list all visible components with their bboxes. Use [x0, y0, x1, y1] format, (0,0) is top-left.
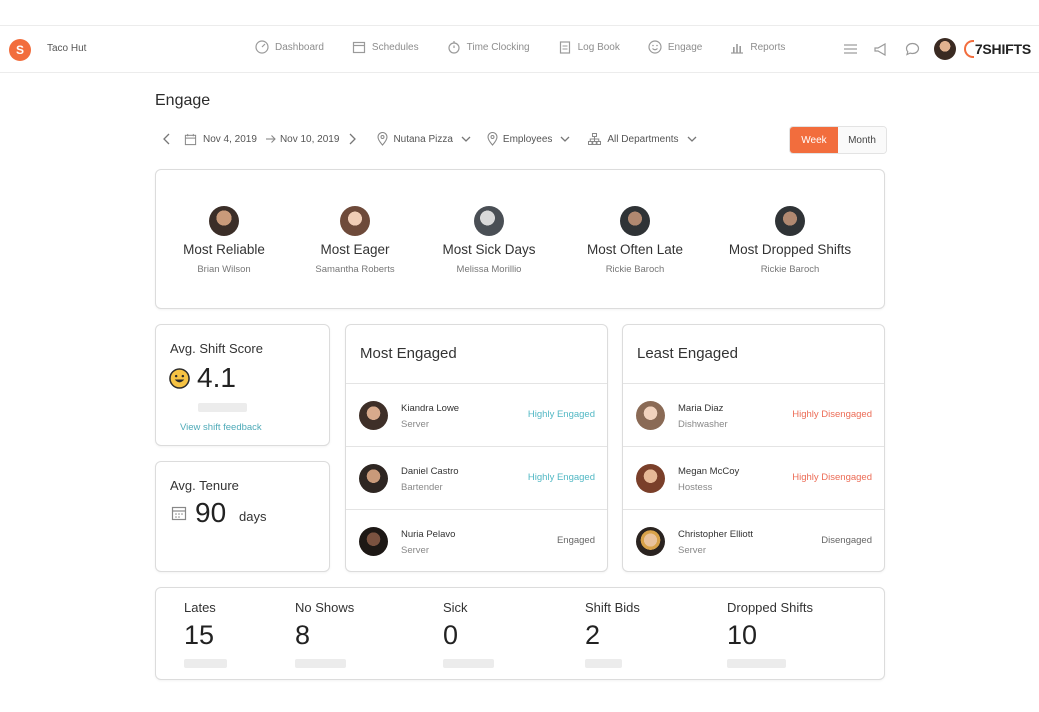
user-avatar[interactable] [933, 38, 956, 60]
status-badge: Highly Engaged [527, 409, 595, 420]
stat-placeholder-bar [585, 659, 622, 668]
org-chart-icon [588, 133, 602, 145]
award-most-dropped-shifts[interactable]: Most Dropped Shifts Rickie Baroch [720, 206, 860, 275]
avg-shift-score-card: Avg. Shift Score 4.1 View shift feedback [155, 324, 330, 446]
avatar [636, 401, 665, 430]
nav-reports[interactable]: Reports [730, 40, 785, 54]
nav-dashboard[interactable]: Dashboard [255, 40, 324, 54]
employees-dropdown[interactable]: Employees [487, 132, 570, 146]
smile-icon [648, 40, 662, 54]
stat-placeholder-bar [295, 659, 346, 668]
brand-logo-icon[interactable]: S [9, 39, 31, 61]
stat-dropped-shifts: Dropped Shifts 10 [727, 600, 813, 668]
stat-no-shows: No Shows 8 [295, 600, 354, 668]
arrow-right-icon [265, 135, 276, 143]
shift-score-label: Avg. Shift Score [170, 341, 263, 356]
brand-name[interactable]: Taco Hut [47, 43, 86, 54]
stopwatch-icon [448, 41, 460, 54]
top-right-actions: 7SHIFTS [827, 38, 1031, 60]
nav-log-book[interactable]: Log Book [558, 40, 620, 54]
nav-engage[interactable]: Engage [648, 40, 702, 54]
avatar [359, 401, 388, 430]
clipboard-icon [559, 41, 570, 54]
filter-bar: Nov 4, 2019 Nov 10, 2019 Nutana Pizza Em… [162, 131, 697, 147]
shift-score-value: 4.1 [197, 362, 236, 393]
avatar [775, 206, 805, 236]
map-pin-icon [377, 132, 388, 146]
status-badge: Highly Disengaged [792, 472, 872, 483]
status-badge: Disengaged [821, 535, 872, 546]
tenure-label: Avg. Tenure [170, 478, 239, 493]
award-most-eager[interactable]: Most Eager Samantha Roberts [304, 206, 406, 275]
list-item[interactable]: Kiandra Lowe Server Highly Engaged [346, 384, 607, 447]
stat-placeholder-bar [727, 659, 786, 668]
list-item[interactable]: Megan McCoy Hostess Highly Disengaged [623, 447, 884, 510]
map-pin-icon [487, 132, 498, 146]
least-engaged-title: Least Engaged [623, 325, 884, 384]
main-nav: Dashboard Schedules Time Clocking Log Bo… [255, 40, 813, 54]
chat-bubble-icon[interactable] [905, 42, 920, 56]
avatar [636, 527, 665, 556]
awards-card: Most Reliable Brian Wilson Most Eager Sa… [155, 169, 885, 309]
chevron-down-icon [560, 136, 570, 142]
gauge-icon [255, 40, 269, 54]
chevron-right-icon[interactable] [347, 131, 357, 147]
status-badge: Highly Disengaged [792, 409, 872, 420]
list-item[interactable]: Christopher Elliott Server Disengaged [623, 510, 884, 573]
most-engaged-card: Most Engaged Kiandra Lowe Server Highly … [345, 324, 608, 572]
award-most-reliable[interactable]: Most Reliable Brian Wilson [178, 206, 270, 275]
avatar [340, 206, 370, 236]
nav-time-clocking[interactable]: Time Clocking [447, 40, 530, 54]
end-date[interactable]: Nov 10, 2019 [280, 134, 340, 145]
stat-shift-bids: Shift Bids 2 [585, 600, 640, 668]
calendar-icon [352, 41, 366, 54]
stat-sick: Sick 0 [443, 600, 494, 668]
company-logo: 7SHIFTS [963, 40, 1031, 58]
calendar-icon [184, 133, 197, 145]
calendar-icon [171, 506, 187, 521]
chevron-left-icon[interactable] [162, 131, 172, 147]
top-nav-bar: S Taco Hut Dashboard Schedules Time Cloc… [0, 25, 1039, 73]
shift-score-placeholder-bar [198, 403, 247, 412]
tenure-unit: days [239, 509, 267, 524]
award-most-often-late[interactable]: Most Often Late Rickie Baroch [569, 206, 701, 275]
start-date[interactable]: Nov 4, 2019 [203, 134, 257, 145]
stat-placeholder-bar [184, 659, 227, 668]
avg-tenure-card: Avg. Tenure 90 days [155, 461, 330, 572]
location-dropdown[interactable]: Nutana Pizza [377, 132, 471, 146]
avatar [474, 206, 504, 236]
avatar [620, 206, 650, 236]
stat-lates: Lates 15 [184, 600, 227, 668]
avatar [359, 464, 388, 493]
view-shift-feedback-link[interactable]: View shift feedback [180, 422, 262, 433]
list-item[interactable]: Daniel Castro Bartender Highly Engaged [346, 447, 607, 510]
nav-schedules[interactable]: Schedules [352, 40, 419, 54]
stats-card: Lates 15 No Shows 8 Sick 0 Shift Bids 2 … [155, 587, 885, 680]
status-badge: Highly Engaged [527, 472, 595, 483]
departments-dropdown[interactable]: All Departments [588, 133, 696, 145]
logo-arc-icon [963, 40, 974, 58]
avatar [209, 206, 239, 236]
tenure-value: 90 [195, 497, 227, 528]
list-item[interactable]: Nuria Pelavo Server Engaged [346, 510, 607, 573]
award-most-sick-days[interactable]: Most Sick Days Melissa Morillio [427, 206, 551, 275]
least-engaged-card: Least Engaged Maria Diaz Dishwasher High… [622, 324, 885, 572]
avatar [636, 464, 665, 493]
smiley-face-icon [169, 368, 190, 389]
avatar [359, 527, 388, 556]
chevron-down-icon [687, 136, 696, 142]
week-button[interactable]: Week [790, 127, 838, 153]
bar-chart-icon [731, 44, 744, 54]
chevron-down-icon [461, 136, 471, 142]
period-toggle: Week Month [789, 126, 887, 154]
page-title: Engage [155, 92, 211, 109]
stat-placeholder-bar [443, 659, 494, 668]
month-button[interactable]: Month [838, 127, 886, 153]
menu-icon[interactable] [843, 43, 858, 55]
status-badge: Engaged [556, 535, 595, 546]
megaphone-icon[interactable] [874, 42, 889, 56]
most-engaged-title: Most Engaged [346, 325, 607, 384]
list-item[interactable]: Maria Diaz Dishwasher Highly Disengaged [623, 384, 884, 447]
